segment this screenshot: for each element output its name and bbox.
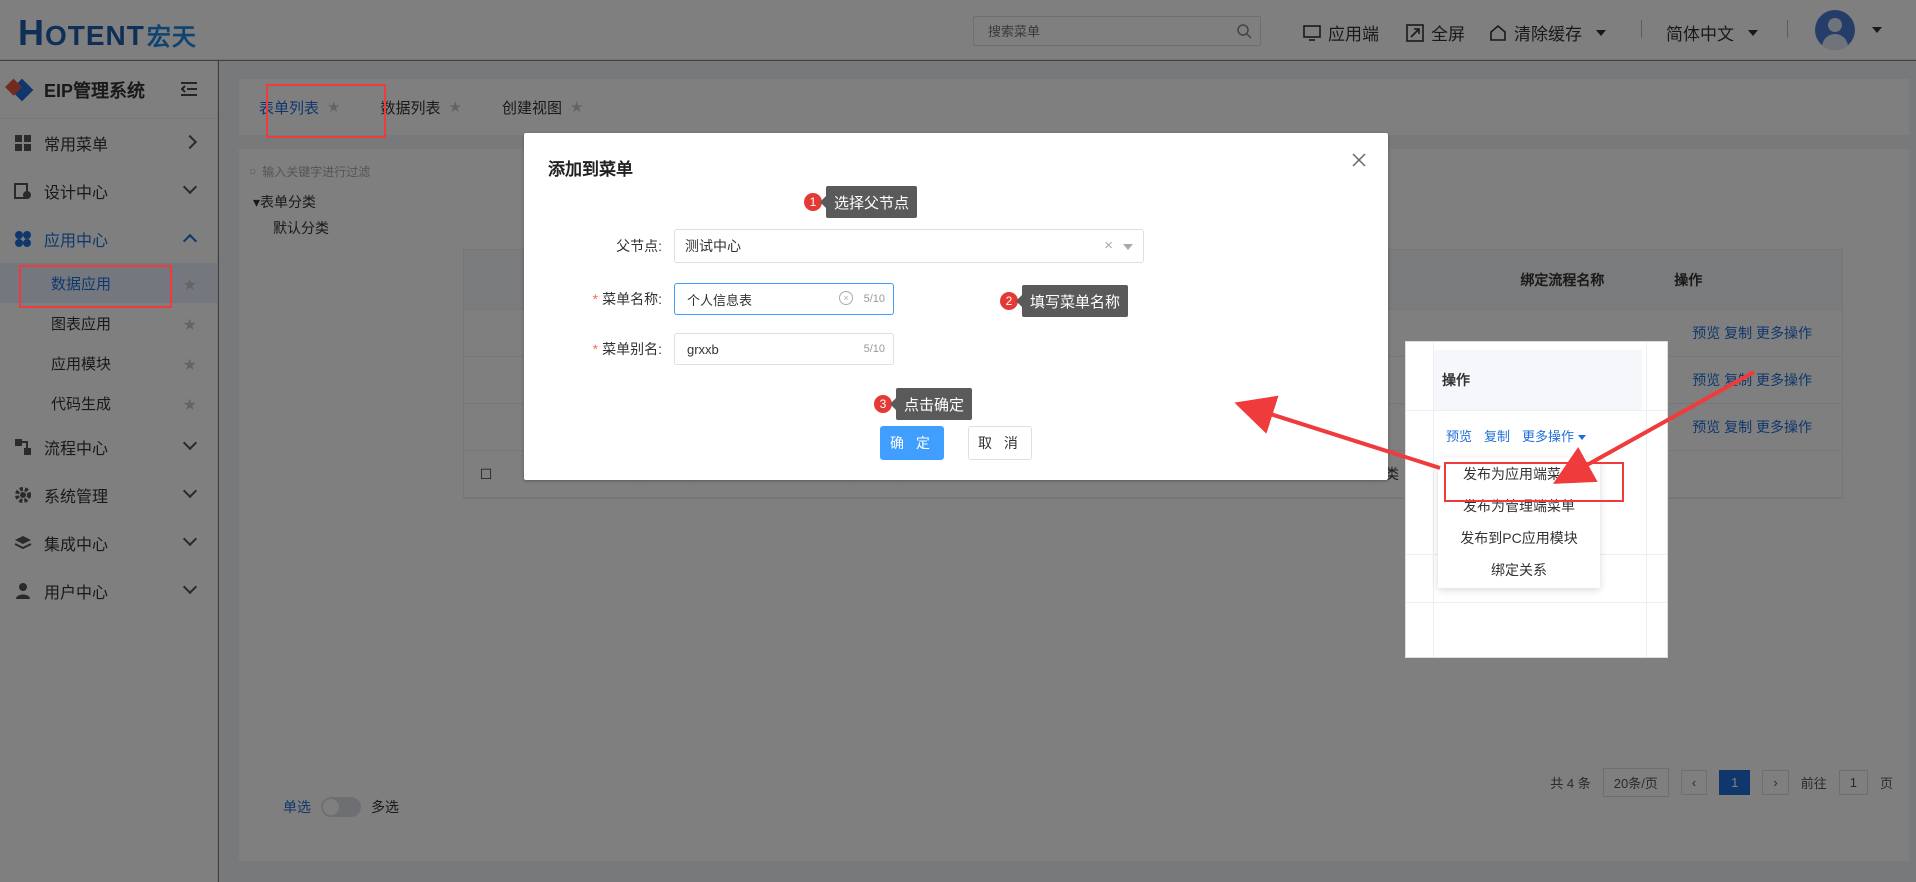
parent-node-select[interactable]: 测试中心 × [674, 229, 1144, 263]
close-icon[interactable] [1352, 153, 1366, 167]
menu-item-bind-relation[interactable]: 绑定关系 [1438, 554, 1600, 586]
clear-icon[interactable]: × [1104, 237, 1113, 254]
highlight-sidebar-data-app [19, 265, 172, 308]
menu-alias-input[interactable]: grxxb 5/10 [674, 333, 894, 365]
step-1-callout: 1 选择父节点 [804, 186, 918, 218]
chevron-down-icon [1578, 435, 1587, 441]
inset-ops-header: 操作 [1434, 350, 1642, 410]
step-2-callout: 2 填写菜单名称 [1000, 285, 1129, 317]
confirm-button[interactable]: 确 定 [880, 426, 944, 460]
menu-name-row: * 菜单名称: 个人信息表 × 5/10 [554, 283, 894, 315]
highlight-publish-app-menu [1444, 462, 1624, 502]
clear-icon[interactable]: × [839, 291, 853, 305]
menu-alias-row: * 菜单别名: grxxb 5/10 [554, 333, 894, 365]
step-3-callout: 3 点击确定 [874, 388, 973, 420]
parent-node-row: 父节点: 测试中心 × [554, 229, 1144, 263]
highlight-tab-form-list [266, 84, 386, 138]
cancel-button[interactable]: 取 消 [968, 426, 1032, 460]
add-to-menu-dialog: 添加到菜单 父节点: 测试中心 × * 菜单名称: 个人信息表 × 5/10 * 菜… [524, 133, 1388, 480]
inset-row-actions: 预览 复制 更多操作 [1446, 426, 1587, 445]
menu-item-publish-pc-module[interactable]: 发布到PC应用模块 [1438, 522, 1600, 554]
chevron-down-icon [1123, 244, 1133, 250]
dialog-title: 添加到菜单 [548, 160, 633, 179]
menu-name-input[interactable]: 个人信息表 × 5/10 [674, 283, 894, 315]
